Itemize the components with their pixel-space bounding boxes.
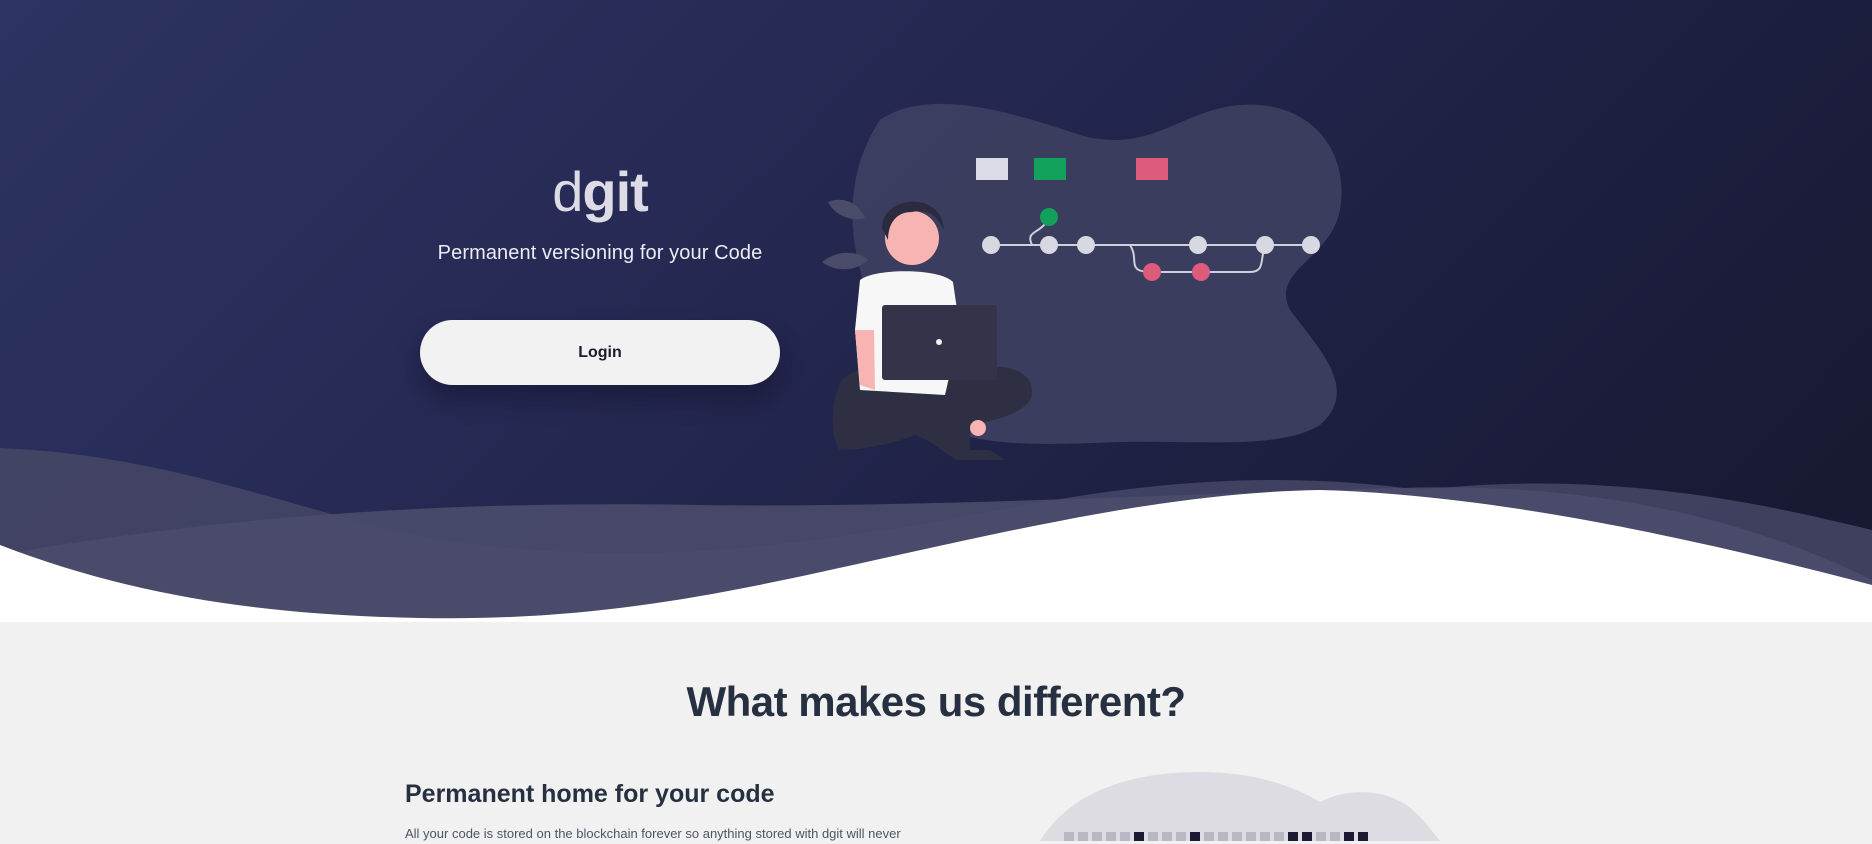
brand-prefix: d: [552, 160, 583, 223]
commit-node: [1077, 236, 1095, 254]
commit-node: [1302, 236, 1320, 254]
features-section: What makes us different? Permanent home …: [0, 622, 1872, 841]
features-title: What makes us different?: [686, 678, 1186, 725]
commit-node-pink: [1192, 263, 1210, 281]
hero-tagline: Permanent versioning for your Code: [437, 242, 763, 264]
commit-node: [982, 236, 1000, 254]
commit-flag-gray: [976, 158, 1008, 180]
commit-flag-pink: [1136, 158, 1168, 180]
brand-logo: dgit: [420, 160, 780, 224]
developer-illustration: [822, 103, 1342, 460]
blockchain-illustration: [1040, 772, 1440, 841]
laptop-logo: [936, 339, 942, 345]
commit-node-green: [1040, 208, 1058, 226]
commit-node: [1040, 236, 1058, 254]
commit-node: [1189, 236, 1207, 254]
person-hand: [970, 420, 986, 436]
commit-node-pink: [1143, 263, 1161, 281]
feature-heading: Permanent home for your code: [405, 780, 775, 808]
commit-flag-green: [1034, 158, 1066, 180]
commit-node: [1256, 236, 1274, 254]
login-button[interactable]: Login: [420, 320, 780, 385]
feature-description: All your code is stored on the blockchai…: [405, 826, 901, 841]
brand-suffix: git: [582, 160, 648, 223]
hero-section: dgit Permanent versioning for your Code …: [0, 0, 1872, 622]
